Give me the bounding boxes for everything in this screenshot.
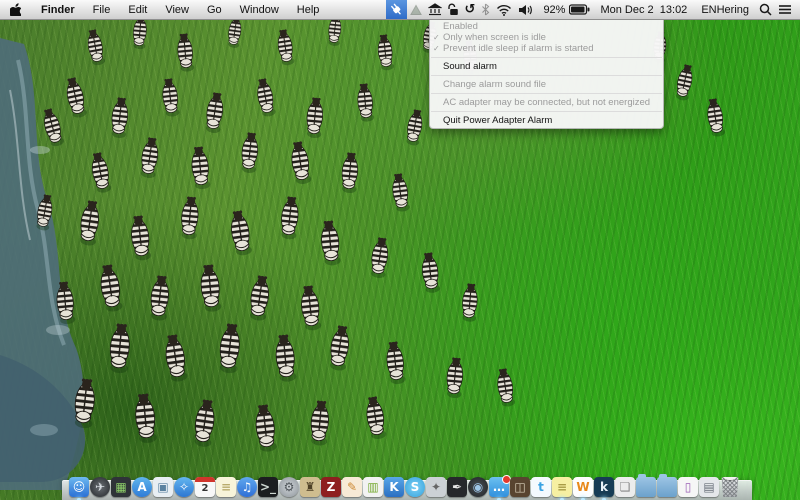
desktop: Finder File Edit View Go Window Help ↺ 9… [0, 0, 800, 500]
lock-menu-extra[interactable] [445, 0, 462, 19]
dock-icon-notes[interactable]: ≡ [216, 477, 236, 497]
triangle-icon [409, 3, 422, 15]
dock-icon-trash[interactable] [721, 477, 739, 497]
menu-item-enabled[interactable]: Enabled [430, 21, 663, 32]
menu-file[interactable]: File [84, 0, 120, 19]
dock-icon-terminal[interactable]: >_ [258, 477, 278, 497]
dock-icon-twitter[interactable]: t [531, 477, 551, 497]
notification-center-menu-extra[interactable] [775, 0, 795, 19]
menu-bar-left: Finder File Edit View Go Window Help [0, 0, 328, 19]
menu-item-ac-adapter-status[interactable]: AC adapter may be connected, but not ene… [430, 97, 663, 108]
dock-icon-stickies[interactable]: ≡ [552, 477, 572, 500]
bank-menu-extra[interactable] [425, 0, 445, 19]
user-name: ENHering [701, 3, 749, 16]
menu-go[interactable]: Go [198, 0, 231, 19]
clock-text: Mon Dec 2 13:02 [600, 3, 688, 16]
menu-app-name[interactable]: Finder [32, 0, 84, 19]
dock-icon-keychain[interactable]: ✦ [426, 477, 446, 497]
menu-separator [430, 108, 663, 115]
menu-item-only-when-screen-idle[interactable]: ✓ Only when screen is idle [430, 32, 663, 43]
notification-center-icon [779, 5, 791, 14]
user-menu-extra[interactable]: ENHering [694, 0, 756, 19]
dock-icon-zotero[interactable]: Z [321, 477, 341, 497]
checkmark-icon: ✓ [433, 33, 440, 42]
unlock-icon [447, 3, 458, 15]
dock-icon-itunes[interactable]: ♫ [237, 477, 257, 497]
dock-icon-system-preferences[interactable]: ⚙ [279, 477, 299, 497]
spotlight-menu-extra[interactable] [756, 0, 775, 19]
power-adapter-alarm-menu-extra[interactable] [385, 0, 407, 19]
menu-item-sound-alarm[interactable]: Sound alarm [430, 61, 663, 72]
dock-icons: ☺ ✈ ▦ A ▣ ✧ 2 ≡ ♫ >_ ⚙ ♜ Z ✎ ▥ K S ✦ ✒ ◉… ◫ t ≡ Wk ❏ ▯ ▤ [69, 474, 740, 500]
dock-icon-safari[interactable]: ✧ [174, 477, 194, 497]
dock-icon-building-game[interactable]: ♜ [300, 477, 320, 497]
wifi-icon [497, 4, 512, 16]
dock-icon-installer[interactable]: ▯ [678, 477, 698, 497]
dock-icon-text-editor[interactable]: ✎ [342, 477, 362, 497]
menu-view[interactable]: View [156, 0, 198, 19]
clock-menu-extra[interactable]: Mon Dec 2 13:02 [593, 0, 694, 19]
dock-icon-finder[interactable]: ☺ [69, 477, 89, 500]
dock-icon-folder-2[interactable] [657, 474, 677, 497]
triangle-menu-extra[interactable] [407, 0, 425, 19]
menu-bar: Finder File Edit View Go Window Help ↺ 9… [0, 0, 800, 20]
dock-icon-charts[interactable]: ▥ [363, 477, 383, 497]
wallpaper-zebra-photo [0, 0, 800, 500]
dock-icon-keynote[interactable]: K [384, 477, 404, 497]
wifi-menu-extra[interactable] [493, 0, 515, 19]
menu-help[interactable]: Help [288, 0, 329, 19]
apple-menu[interactable] [0, 0, 32, 19]
dock-icon-folder-1[interactable] [636, 474, 656, 497]
menu-separator [430, 54, 663, 61]
dock-icon-box-app[interactable]: ◫ [510, 477, 530, 497]
bluetooth-icon [482, 3, 490, 16]
dock-icon-preview[interactable]: ▣ [153, 477, 173, 497]
dock-icon-launchpad[interactable]: ✈ [90, 477, 110, 497]
menu-item-prevent-idle-sleep[interactable]: ✓ Prevent idle sleep if alarm is started [430, 43, 663, 54]
dock-icon-kindle[interactable]: k [594, 477, 614, 500]
battery-icon [569, 4, 590, 15]
dock-icon-camera-app[interactable]: ◉ [468, 477, 488, 497]
dock-icon-pen-app[interactable]: ✒ [447, 477, 467, 497]
menu-edit[interactable]: Edit [119, 0, 156, 19]
menu-window[interactable]: Window [231, 0, 288, 19]
bluetooth-menu-extra[interactable] [478, 0, 493, 19]
menu-item-change-alarm-sound-file[interactable]: Change alarm sound file [430, 79, 663, 90]
power-plug-icon [390, 3, 401, 15]
dock-icon-w-app[interactable]: W [573, 477, 593, 500]
history-icon: ↺ [464, 2, 476, 17]
dock-icon-calendar[interactable]: 2 [195, 477, 215, 497]
menu-item-quit[interactable]: Quit Power Adapter Alarm [430, 115, 663, 126]
status-tray: ↺ 92% Mon Dec 2 13:02 ENHering [385, 0, 800, 19]
spotlight-search-icon [759, 3, 772, 16]
dock-icon-photos-stack[interactable]: ❏ [615, 477, 635, 497]
history-menu-extra[interactable]: ↺ [462, 0, 479, 19]
menu-separator [430, 72, 663, 79]
wallpaper-art [0, 13, 727, 490]
checkmark-icon: ✓ [433, 44, 440, 53]
dock-icon-messages[interactable]: … [489, 475, 511, 500]
dock-icon-mission-control[interactable]: ▦ [111, 477, 131, 497]
bank-icon [427, 3, 442, 16]
power-adapter-alarm-menu: Enabled ✓ Only when screen is idle ✓ Preve… [429, 19, 664, 129]
battery-menu-extra[interactable]: 92% [536, 0, 593, 19]
menu-separator [430, 90, 663, 97]
volume-icon [519, 4, 533, 15]
dock-icon-app-store[interactable]: A [132, 477, 152, 497]
battery-percent: 92% [543, 3, 566, 16]
apple-logo-icon [10, 3, 21, 16]
dock-icon-skype[interactable]: S [405, 477, 425, 497]
volume-menu-extra[interactable] [515, 0, 536, 19]
dock-icon-documents-stack[interactable]: ▤ [699, 477, 719, 497]
